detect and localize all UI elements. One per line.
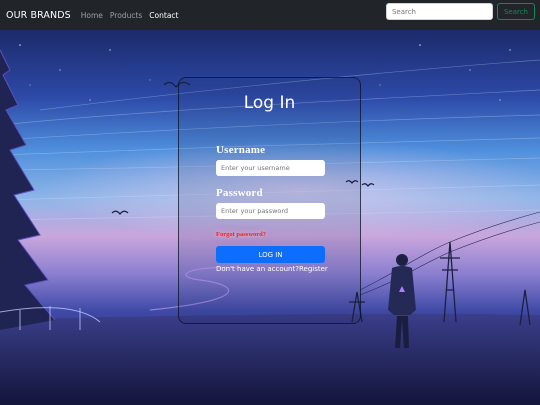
nav-link-home[interactable]: Home [81,11,103,20]
brand-logo[interactable]: OUR BRANDS [6,10,71,21]
forgot-password-link[interactable]: Forgot password? [216,231,266,238]
nav-link-products[interactable]: Products [110,11,142,20]
search-button[interactable]: Search [496,3,535,20]
login-card: Log In Username Password Forgot password… [178,77,361,324]
nav-link-contact[interactable]: Contact [149,11,178,20]
register-link[interactable]: Register [299,265,328,273]
search-input[interactable] [385,3,493,20]
password-label: Password [216,187,263,199]
username-input[interactable] [216,160,325,176]
password-input[interactable] [216,203,325,219]
navbar: OUR BRANDS Home Products Contact Search [0,0,540,30]
register-prompt: Don't have an account?Register [216,265,328,273]
no-account-text: Don't have an account? [216,265,299,273]
username-label: Username [216,144,266,156]
login-title: Log In [243,93,296,113]
search-form: Search [385,3,535,20]
login-button[interactable]: LOG IN [216,246,325,263]
